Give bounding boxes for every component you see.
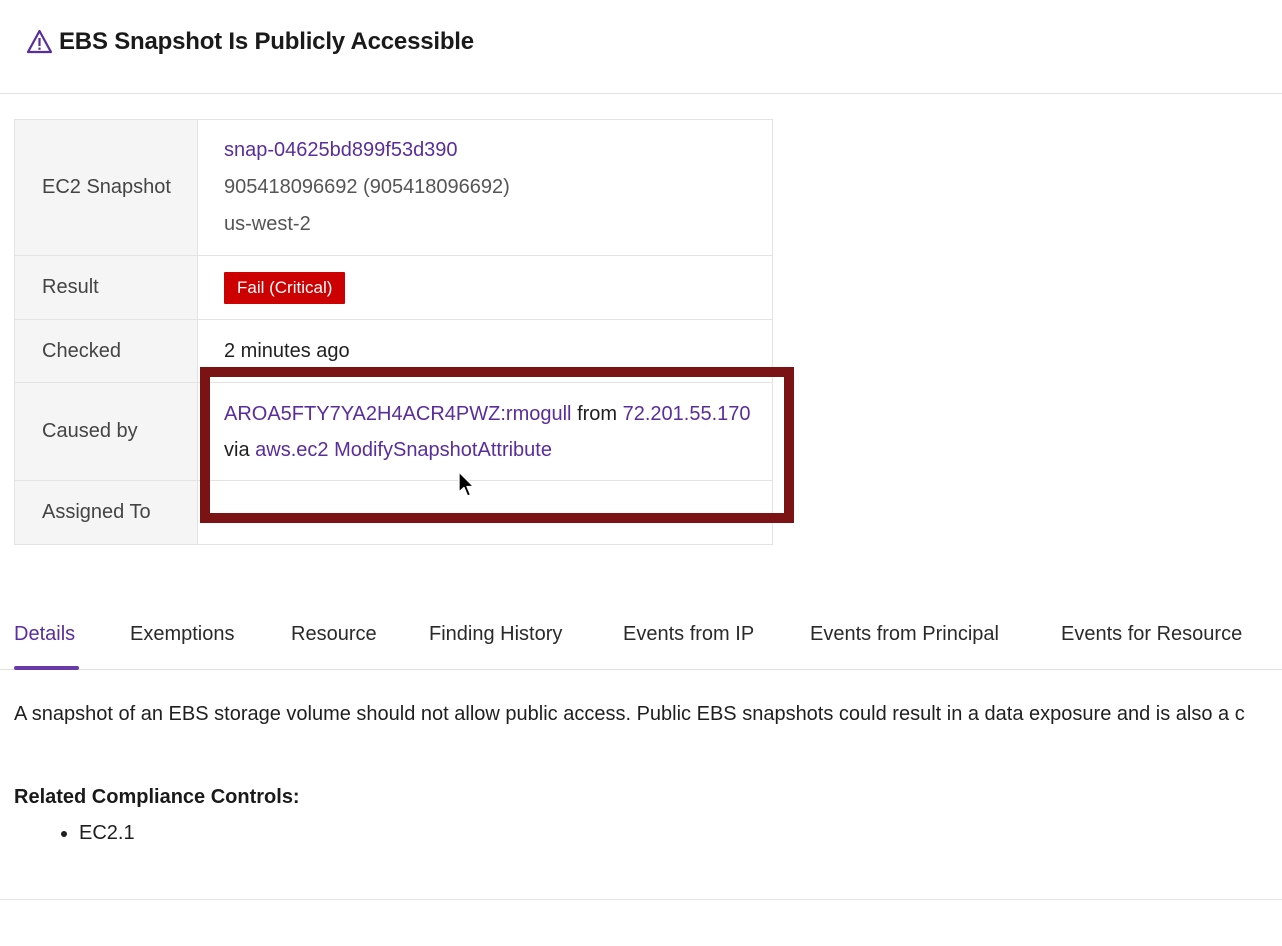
tab-details[interactable]: Details: [14, 623, 75, 646]
tab-events-from-principal[interactable]: Events from Principal: [810, 623, 999, 646]
list-item: EC2.1: [79, 822, 135, 845]
tab-bar: Details Exemptions Resource Finding Hist…: [0, 606, 1282, 670]
assigned-to-value[interactable]: [197, 480, 773, 545]
page-title: EBS Snapshot Is Publicly Accessible: [59, 28, 474, 55]
page-header: EBS Snapshot Is Publicly Accessible: [0, 0, 1282, 94]
table-row: Caused by AROA5FTY7YA2H4ACR4PWZ:rmogull …: [14, 382, 773, 481]
snapshot-account: 905418096692 (905418096692): [224, 176, 510, 198]
ip-link[interactable]: 72.201.55.170: [623, 403, 751, 425]
snapshot-value: snap-04625bd899f53d390 905418096692 (905…: [197, 119, 773, 256]
principal-link[interactable]: AROA5FTY7YA2H4ACR4PWZ:rmogull: [224, 403, 572, 425]
compliance-controls-list: EC2.1: [14, 822, 135, 845]
checked-label: Checked: [14, 319, 198, 383]
table-row: Result Fail (Critical): [14, 255, 773, 320]
tab-resource[interactable]: Resource: [291, 623, 377, 646]
table-row: EC2 Snapshot snap-04625bd899f53d390 9054…: [14, 119, 773, 256]
snapshot-label: EC2 Snapshot: [14, 119, 198, 256]
from-text: from: [577, 402, 618, 425]
finding-description: A snapshot of an EBS storage volume shou…: [14, 703, 1245, 725]
status-badge: Fail (Critical): [224, 271, 346, 304]
event-link[interactable]: aws.ec2 ModifySnapshotAttribute: [255, 439, 552, 461]
table-row: Checked 2 minutes ago: [14, 319, 773, 383]
result-label: Result: [14, 255, 198, 320]
result-value: Fail (Critical): [197, 255, 773, 320]
finding-info-table: EC2 Snapshot snap-04625bd899f53d390 9054…: [14, 119, 773, 545]
tab-events-from-ip[interactable]: Events from IP: [623, 623, 754, 646]
tab-exemptions[interactable]: Exemptions: [130, 623, 235, 646]
table-row: Assigned To: [14, 480, 773, 545]
mouse-cursor-icon: [458, 471, 475, 497]
tab-finding-history[interactable]: Finding History: [429, 623, 562, 646]
divider: [0, 899, 1282, 900]
snapshot-region: us-west-2: [224, 213, 311, 235]
active-tab-indicator: [14, 666, 79, 670]
snapshot-id-link[interactable]: snap-04625bd899f53d390: [224, 139, 458, 161]
caused-by-label: Caused by: [14, 382, 198, 481]
caused-by-value: AROA5FTY7YA2H4ACR4PWZ:rmogull from 72.20…: [197, 382, 773, 481]
assigned-to-label: Assigned To: [14, 480, 198, 545]
tab-events-for-resource[interactable]: Events for Resource: [1061, 623, 1242, 646]
warning-triangle-icon: [26, 29, 53, 54]
checked-value: 2 minutes ago: [197, 319, 773, 383]
via-text: via: [224, 438, 250, 461]
compliance-controls-heading: Related Compliance Controls:: [14, 786, 300, 808]
